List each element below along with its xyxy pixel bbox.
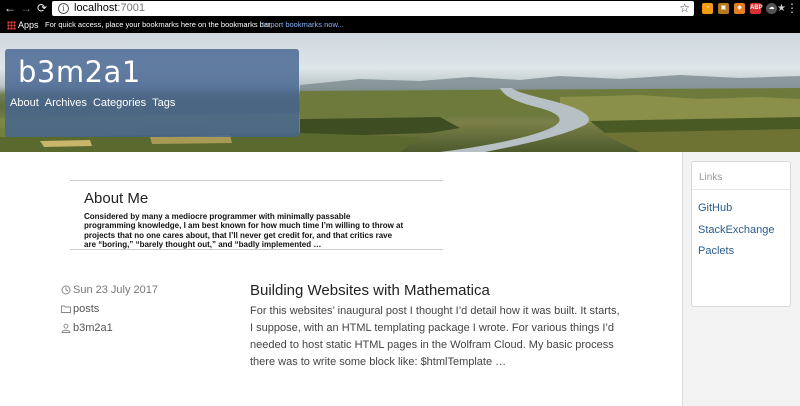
clock-icon <box>61 285 71 295</box>
apps-button[interactable]: Apps <box>18 19 39 31</box>
hero-banner: b3m2a1 About Archives Categories Tags <box>0 33 800 152</box>
extension-icon[interactable]: ▣ <box>718 3 729 14</box>
nav-categories[interactable]: Categories <box>93 96 146 110</box>
post-category-text[interactable]: posts <box>73 302 99 316</box>
address-bar[interactable]: i localhost:7001 ☆ <box>52 1 694 16</box>
url-port: :7001 <box>117 2 145 14</box>
link-github[interactable]: GitHub <box>698 201 732 215</box>
bookmarks-hint: For quick access, place your bookmarks h… <box>45 20 273 29</box>
link-paclets[interactable]: Paclets <box>698 244 734 258</box>
post-author-text[interactable]: b3m2a1 <box>73 321 113 335</box>
site-header-panel: b3m2a1 About Archives Categories Tags <box>5 49 299 137</box>
post-category[interactable]: posts <box>61 302 99 316</box>
apps-icon[interactable] <box>7 21 16 30</box>
post-date-text: Sun 23 July 2017 <box>73 284 159 296</box>
link-stackexchange[interactable]: StackExchange <box>698 223 774 237</box>
folder-icon <box>61 305 71 313</box>
reload-icon[interactable]: ⟳ <box>34 1 50 16</box>
menu-icon[interactable]: ⋮ <box>786 0 798 17</box>
address-url[interactable]: localhost:7001 <box>74 2 145 15</box>
import-bookmarks-link[interactable]: Import bookmarks now... <box>262 20 344 30</box>
user-icon <box>61 323 71 333</box>
links-divider <box>692 189 790 190</box>
url-host: localhost <box>74 2 118 14</box>
site-nav: About Archives Categories Tags <box>10 96 175 110</box>
about-title: About Me <box>84 190 149 207</box>
browser-toolbar: ← → ⟳ i localhost:7001 ☆ ◔ ▣ ◆ ABP ☁ ★ ⋮ <box>0 0 800 17</box>
links-heading: Links <box>699 172 723 183</box>
links-card: Links GitHub StackExchange Paclets <box>691 161 791 307</box>
forward-icon[interactable]: → <box>18 1 34 16</box>
post-author[interactable]: b3m2a1 <box>61 321 113 335</box>
bookmark-star-icon[interactable]: ☆ <box>679 1 690 16</box>
post-date: Sun 23 July 2017 <box>61 283 158 297</box>
nav-tags[interactable]: Tags <box>152 96 175 110</box>
bookmarks-bar: Apps For quick access, place your bookma… <box>0 17 800 33</box>
extension-icon[interactable]: ◆ <box>734 3 745 14</box>
adblock-icon[interactable]: ABP <box>750 3 763 14</box>
post-title[interactable]: Building Websites with Mathematica <box>250 282 490 299</box>
rss-icon[interactable]: ◔ <box>702 3 713 14</box>
nav-about[interactable]: About <box>10 96 39 110</box>
back-icon[interactable]: ← <box>2 1 18 16</box>
about-text: Considered by many a mediocre programmer… <box>84 212 404 249</box>
site-title[interactable]: b3m2a1 <box>18 55 141 89</box>
post-excerpt: For this websites’ inaugural post I thou… <box>250 305 620 368</box>
nav-archives[interactable]: Archives <box>45 96 87 110</box>
about-me-section: About Me Considered by many a mediocre p… <box>70 180 443 250</box>
info-icon[interactable]: i <box>58 3 69 14</box>
